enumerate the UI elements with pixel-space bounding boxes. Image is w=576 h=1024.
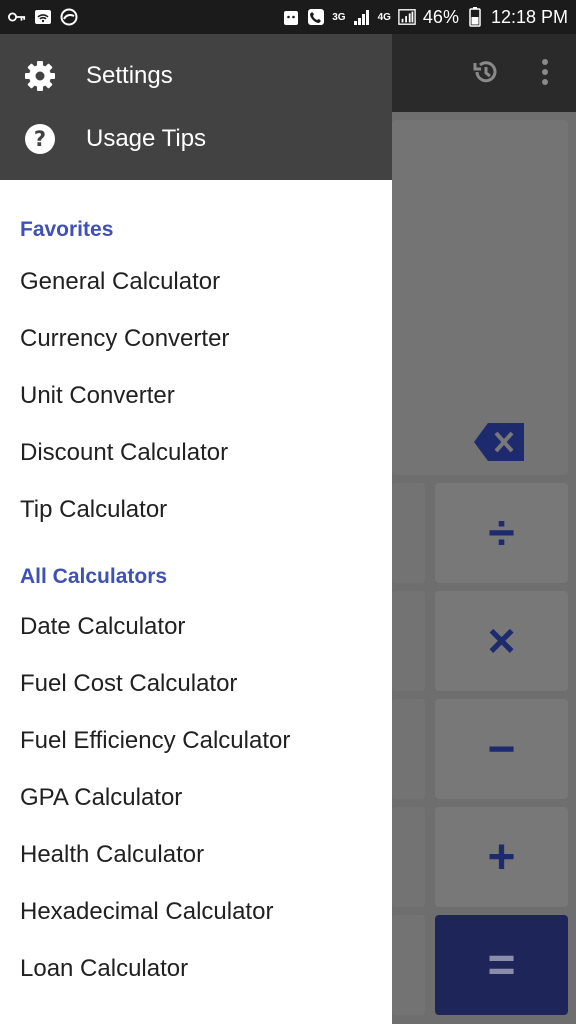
battery-icon bbox=[466, 7, 484, 27]
key-left-row1[interactable] bbox=[392, 483, 425, 583]
sync-icon bbox=[60, 8, 78, 26]
usage-tips-label: Usage Tips bbox=[86, 124, 207, 152]
equals-key[interactable]: = bbox=[435, 915, 568, 1015]
drawer-item-discount-calculator[interactable]: Discount Calculator bbox=[0, 424, 392, 481]
subtract-key[interactable]: − bbox=[435, 699, 568, 799]
settings-label: Settings bbox=[86, 61, 173, 89]
usage-tips-item[interactable]: ? Usage Tips bbox=[0, 107, 392, 170]
multiply-key[interactable]: × bbox=[435, 591, 568, 691]
drawer-item-hexadecimal-calculator[interactable]: Hexadecimal Calculator bbox=[0, 883, 392, 940]
favorites-heading: Favorites bbox=[20, 218, 114, 241]
drawer-item-unit-converter[interactable]: Unit Converter bbox=[0, 367, 392, 424]
drawer-item-tip-calculator[interactable]: Tip Calculator bbox=[0, 481, 392, 538]
settings-item[interactable]: Settings bbox=[0, 44, 392, 107]
network-3g-label: 3G bbox=[332, 11, 346, 23]
drawer-item-general-calculator[interactable]: General Calculator bbox=[0, 253, 392, 310]
phone-icon bbox=[307, 8, 325, 26]
key-left-row2[interactable] bbox=[392, 591, 425, 691]
key-left-row3[interactable] bbox=[392, 699, 425, 799]
key-icon bbox=[8, 8, 26, 26]
drawer-item-loan-calculator[interactable]: Loan Calculator bbox=[0, 940, 392, 997]
drawer-item-fuel-efficiency-calculator[interactable]: Fuel Efficiency Calculator bbox=[0, 712, 392, 769]
history-icon[interactable] bbox=[468, 54, 504, 90]
svg-text:?: ? bbox=[34, 127, 46, 151]
drawer-item-health-calculator[interactable]: Health Calculator bbox=[0, 826, 392, 883]
drawer-item-gpa-calculator[interactable]: GPA Calculator bbox=[0, 769, 392, 826]
add-key[interactable]: + bbox=[435, 807, 568, 907]
calculator-display bbox=[392, 120, 568, 475]
wifi-hotspot-icon bbox=[34, 8, 52, 26]
key-left-row4[interactable] bbox=[392, 807, 425, 907]
signal-icon bbox=[353, 8, 371, 26]
backspace-icon[interactable] bbox=[474, 423, 524, 461]
drawer-header: Settings ? Usage Tips bbox=[0, 34, 392, 180]
all-calculators-heading: All Calculators bbox=[20, 565, 168, 588]
help-icon: ? bbox=[24, 123, 56, 155]
drawer-item-currency-converter[interactable]: Currency Converter bbox=[0, 310, 392, 367]
divide-key[interactable]: ÷ bbox=[435, 483, 568, 583]
android-icon bbox=[282, 8, 300, 26]
battery-percent: 46% bbox=[422, 6, 459, 27]
navigation-drawer: Settings ? Usage Tips Favorites General … bbox=[0, 34, 392, 1024]
drawer-item-date-calculator[interactable]: Date Calculator bbox=[0, 598, 392, 655]
signal-icon bbox=[398, 8, 416, 26]
more-vert-icon[interactable] bbox=[527, 54, 563, 90]
network-4g-label: 4G bbox=[377, 11, 391, 23]
gear-icon bbox=[24, 60, 56, 92]
key-left-row5[interactable] bbox=[392, 915, 425, 1015]
drawer-item-fuel-cost-calculator[interactable]: Fuel Cost Calculator bbox=[0, 655, 392, 712]
status-bar: 3G 4G 46% 12:18 PM bbox=[0, 0, 576, 34]
clock: 12:18 PM bbox=[490, 6, 568, 27]
